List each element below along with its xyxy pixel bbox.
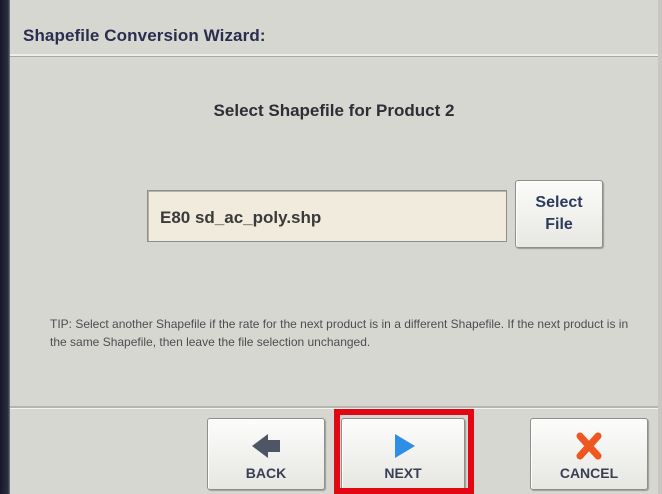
instruction-heading: Select Shapefile for Product 2 [213,101,455,120]
title-bar: Shapefile Conversion Wizard: [10,14,658,56]
tip-text: TIP: Select another Shapefile if the rat… [50,317,629,349]
shapefile-name-field[interactable]: E80 sd_ac_poly.shp [147,190,507,242]
next-button-highlight-frame [334,409,474,494]
back-arrow-icon [252,434,280,458]
window-title: Shapefile Conversion Wizard: [23,26,266,45]
cancel-x-icon [576,432,602,460]
screen: Shapefile Conversion Wizard: Select Shap… [0,0,662,494]
cancel-label: CANCEL [559,465,619,481]
select-file-label-line2: File [545,216,573,233]
back-label: BACK [245,465,287,481]
select-file-label-line1: Select [535,194,583,211]
shapefile-name-value: E80 sd_ac_poly.shp [160,208,322,227]
wizard-window: Shapefile Conversion Wizard: Select Shap… [10,0,658,494]
select-file-button[interactable]: Select File [515,180,603,248]
cancel-button[interactable]: CANCEL [530,418,648,490]
back-button[interactable]: BACK [207,418,325,490]
